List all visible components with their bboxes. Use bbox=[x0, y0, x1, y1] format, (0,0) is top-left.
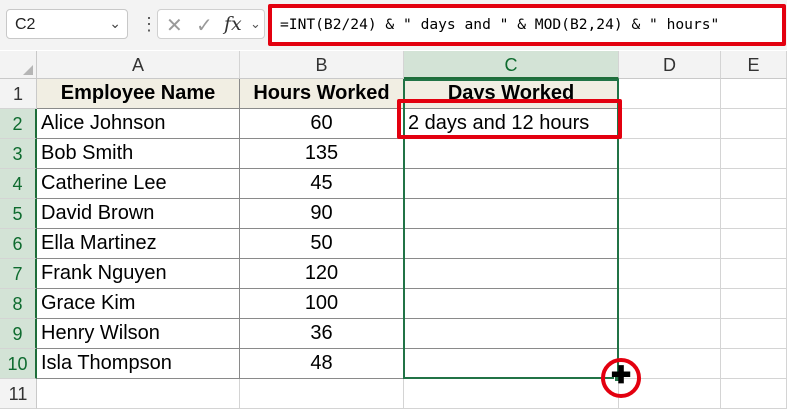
cell-a3[interactable]: Bob Smith bbox=[37, 139, 240, 169]
cell-a9[interactable]: Henry Wilson bbox=[37, 319, 240, 349]
cell-b8[interactable]: 100 bbox=[240, 289, 404, 319]
chevron-down-icon[interactable]: ⌄ bbox=[109, 15, 121, 32]
cell-e3[interactable] bbox=[721, 139, 787, 169]
cell-c5[interactable] bbox=[404, 199, 619, 229]
cell-e11[interactable] bbox=[721, 379, 787, 409]
cell-b4[interactable]: 45 bbox=[240, 169, 404, 199]
cell-d5[interactable] bbox=[619, 199, 721, 229]
column-header-d[interactable]: D bbox=[619, 51, 721, 79]
spreadsheet-grid: A B C D E 1 2 3 4 5 6 7 8 9 10 11 Employ… bbox=[0, 51, 787, 409]
cell-b7[interactable]: 120 bbox=[240, 259, 404, 289]
formula-bar: C2 ⌄ ⋮ ✕ ✓ fx ⌄ =INT(B2/24) & " days and… bbox=[0, 0, 787, 50]
cell-a5[interactable]: David Brown bbox=[37, 199, 240, 229]
cell-d7[interactable] bbox=[619, 259, 721, 289]
row-header-1[interactable]: 1 bbox=[0, 79, 37, 109]
chevron-down-icon[interactable]: ⌄ bbox=[250, 16, 261, 32]
cell-b3[interactable]: 135 bbox=[240, 139, 404, 169]
cell-e4[interactable] bbox=[721, 169, 787, 199]
formula-input[interactable]: =INT(B2/24) & " days and " & MOD(B2,24) … bbox=[268, 4, 786, 46]
cell-b2[interactable]: 60 bbox=[240, 109, 404, 139]
cell-b11[interactable] bbox=[240, 379, 404, 409]
row-header-5[interactable]: 5 bbox=[0, 199, 37, 229]
cell-a2[interactable]: Alice Johnson bbox=[37, 109, 240, 139]
fx-icon[interactable]: fx bbox=[224, 13, 242, 35]
result-cell-highlight bbox=[397, 99, 622, 139]
row-header-3[interactable]: 3 bbox=[0, 139, 37, 169]
row-header-8[interactable]: 8 bbox=[0, 289, 37, 319]
cell-c7[interactable] bbox=[404, 259, 619, 289]
cell-e8[interactable] bbox=[721, 289, 787, 319]
row-header-4[interactable]: 4 bbox=[0, 169, 37, 199]
cell-a4[interactable]: Catherine Lee bbox=[37, 169, 240, 199]
cell-d1[interactable] bbox=[619, 79, 721, 109]
cell-c6[interactable] bbox=[404, 229, 619, 259]
cell-d8[interactable] bbox=[619, 289, 721, 319]
cell-d4[interactable] bbox=[619, 169, 721, 199]
cell-b5[interactable]: 90 bbox=[240, 199, 404, 229]
formula-controls: ✕ ✓ fx ⌄ bbox=[157, 9, 265, 39]
cell-d6[interactable] bbox=[619, 229, 721, 259]
row-header-6[interactable]: 6 bbox=[0, 229, 37, 259]
plus-cross-cursor-icon: ✚ bbox=[610, 362, 632, 389]
row-header-9[interactable]: 9 bbox=[0, 319, 37, 349]
cell-b1[interactable]: Hours Worked bbox=[240, 79, 404, 109]
cell-a6[interactable]: Ella Martinez bbox=[37, 229, 240, 259]
cell-a10[interactable]: Isla Thompson bbox=[37, 349, 240, 379]
column-header-b[interactable]: B bbox=[240, 51, 404, 79]
column-header-e[interactable]: E bbox=[721, 51, 787, 79]
row-header-2[interactable]: 2 bbox=[0, 109, 37, 139]
cell-d9[interactable] bbox=[619, 319, 721, 349]
cell-c3[interactable] bbox=[404, 139, 619, 169]
row-header-11[interactable]: 11 bbox=[0, 379, 37, 409]
cell-e2[interactable] bbox=[721, 109, 787, 139]
cell-e7[interactable] bbox=[721, 259, 787, 289]
cell-c4[interactable] bbox=[404, 169, 619, 199]
cell-b9[interactable]: 36 bbox=[240, 319, 404, 349]
cell-a1[interactable]: Employee Name bbox=[37, 79, 240, 109]
cell-d3[interactable] bbox=[619, 139, 721, 169]
cell-c11[interactable] bbox=[404, 379, 619, 409]
check-icon[interactable]: ✓ bbox=[196, 13, 213, 38]
column-header-c[interactable]: C bbox=[404, 51, 619, 79]
cell-a11[interactable] bbox=[37, 379, 240, 409]
cell-d2[interactable] bbox=[619, 109, 721, 139]
select-all-corner[interactable] bbox=[0, 51, 37, 79]
cell-a8[interactable]: Grace Kim bbox=[37, 289, 240, 319]
row-header-10[interactable]: 10 bbox=[0, 349, 37, 379]
select-all-icon bbox=[23, 65, 33, 75]
name-box-value: C2 bbox=[15, 16, 36, 33]
cell-c8[interactable] bbox=[404, 289, 619, 319]
row-header-7[interactable]: 7 bbox=[0, 259, 37, 289]
column-header-a[interactable]: A bbox=[37, 51, 240, 79]
cell-b6[interactable]: 50 bbox=[240, 229, 404, 259]
formula-text: =INT(B2/24) & " days and " & MOD(B2,24) … bbox=[280, 16, 720, 33]
vertical-dots-icon[interactable]: ⋮ bbox=[140, 11, 158, 37]
cell-e1[interactable] bbox=[721, 79, 787, 109]
cell-a7[interactable]: Frank Nguyen bbox=[37, 259, 240, 289]
cell-e9[interactable] bbox=[721, 319, 787, 349]
cell-e5[interactable] bbox=[721, 199, 787, 229]
cell-e6[interactable] bbox=[721, 229, 787, 259]
cell-c9[interactable] bbox=[404, 319, 619, 349]
cell-c10[interactable] bbox=[404, 349, 619, 379]
cell-e10[interactable] bbox=[721, 349, 787, 379]
x-icon[interactable]: ✕ bbox=[166, 13, 183, 38]
cell-b10[interactable]: 48 bbox=[240, 349, 404, 379]
name-box[interactable]: C2 ⌄ bbox=[6, 9, 128, 39]
